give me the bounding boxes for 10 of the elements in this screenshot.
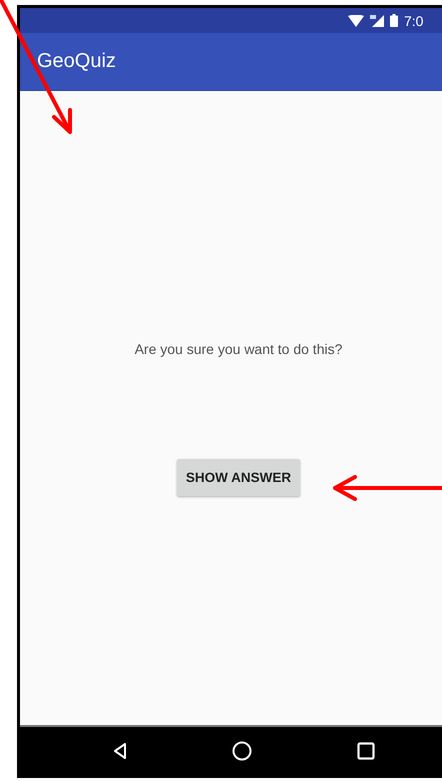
back-icon[interactable]: [112, 743, 126, 759]
wifi-icon: [348, 14, 364, 26]
status-time: 7:0: [404, 12, 424, 28]
home-icon[interactable]: [232, 741, 252, 761]
question-text: Are you sure you want to do this?: [134, 341, 342, 357]
recents-icon[interactable]: [356, 742, 374, 760]
battery-icon: [390, 14, 398, 27]
show-answer-button[interactable]: SHOW ANSWER: [176, 459, 300, 496]
app-title: GeoQuiz: [37, 50, 116, 73]
cellular-signal-icon: [370, 14, 384, 26]
